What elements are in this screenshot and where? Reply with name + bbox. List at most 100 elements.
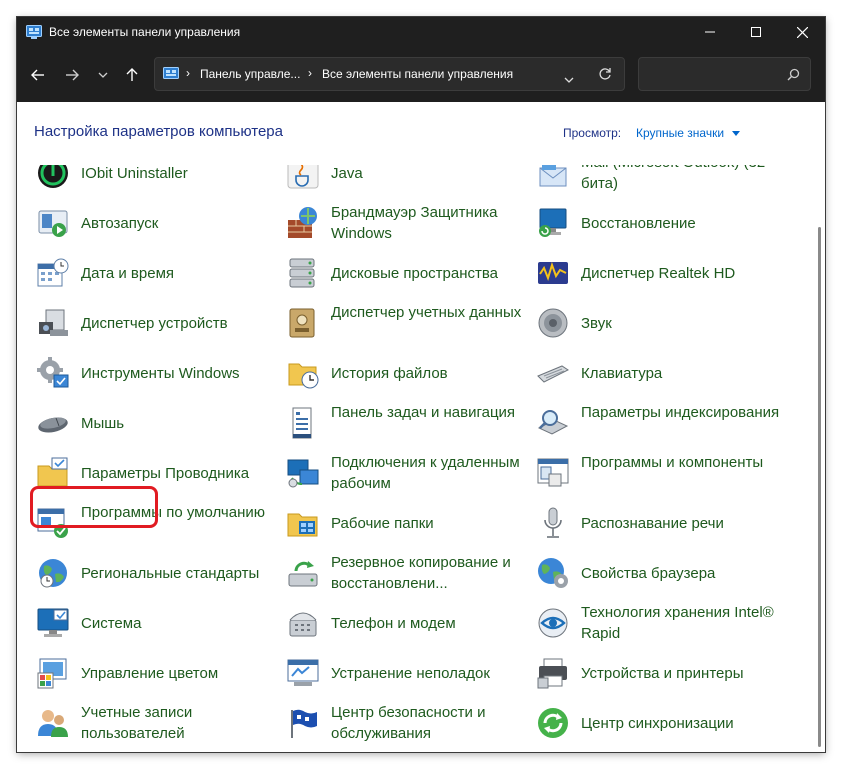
maximize-button[interactable] <box>733 17 779 47</box>
item-sync-center[interactable]: Центр синхронизации <box>536 702 776 746</box>
item-label: Рабочие папки <box>331 515 434 532</box>
item-label: Дисковые пространства <box>331 265 499 282</box>
backup-icon <box>288 561 318 587</box>
item-autoplay[interactable]: Автозапуск <box>36 202 276 246</box>
item-label: Учетные записи пользователей <box>81 704 193 742</box>
item-label: Технология хранения Intel® Rapid <box>581 604 774 642</box>
address-dropdown-icon[interactable] <box>564 71 574 89</box>
item-realtek[interactable]: Диспетчер Realtek HD <box>536 252 776 296</box>
item-security-maintenance[interactable]: Центр безопасности и обслуживания <box>286 702 526 746</box>
item-label: Инструменты Windows <box>81 365 240 382</box>
breadcrumb-separator-icon: › <box>186 66 190 80</box>
control-panel-window: Все элементы панели управления › Панель … <box>17 17 825 752</box>
breadcrumb-all-items[interactable]: Все элементы панели управления <box>322 67 513 81</box>
item-speech-recognition[interactable]: Распознавание речи <box>536 502 776 546</box>
item-label: Клавиатура <box>581 365 663 382</box>
up-button[interactable] <box>120 65 144 85</box>
item-label: Региональные стандарты <box>81 565 260 582</box>
item-internet-options[interactable]: Свойства браузера <box>536 552 776 596</box>
recent-locations-button[interactable] <box>91 65 115 85</box>
item-file-history[interactable]: История файлов <box>286 352 526 396</box>
item-mail-outlook[interactable]: Mail (Microsoft Outlook) (32 бита) <box>536 165 776 196</box>
window-title: Все элементы панели управления <box>49 25 241 39</box>
item-firewall[interactable]: Брандмауэр Защитника Windows <box>286 202 526 246</box>
item-label: Диспетчер Realtek HD <box>581 265 736 282</box>
title-bar[interactable]: Все элементы панели управления <box>17 17 825 47</box>
forward-button[interactable] <box>60 65 84 85</box>
minimize-button[interactable] <box>687 17 733 47</box>
item-windows-tools[interactable]: Инструменты Windows <box>36 352 276 396</box>
item-region[interactable]: Региональные стандарты <box>36 552 276 596</box>
item-label: Диспетчер устройств <box>81 315 228 332</box>
item-troubleshooting[interactable]: Устранение неполадок <box>286 652 526 696</box>
item-mouse[interactable]: Мышь <box>36 402 276 446</box>
item-intel-rst[interactable]: Технология хранения Intel® Rapid <box>536 602 776 646</box>
item-credential-manager[interactable]: Диспетчер учетных данных <box>286 302 526 346</box>
phone-modem-icon <box>289 612 317 637</box>
item-keyboard[interactable]: Клавиатура <box>536 352 776 396</box>
item-label: История файлов <box>331 365 448 382</box>
programs-features-icon <box>537 458 569 487</box>
intel-rst-icon <box>538 608 568 638</box>
item-user-accounts[interactable]: Учетные записи пользователей <box>36 702 276 746</box>
item-label: Управление цветом <box>81 665 219 682</box>
address-bar[interactable]: › Панель управле... › Все элементы панел… <box>154 57 625 91</box>
date-time-icon <box>37 258 69 287</box>
search-icon <box>787 68 800 86</box>
item-label: Брандмауэр Защитника Windows <box>331 204 498 242</box>
item-recovery[interactable]: Восстановление <box>536 202 776 246</box>
item-label: Мышь <box>81 415 125 432</box>
item-phone-modem[interactable]: Телефон и модем <box>286 602 526 646</box>
item-taskbar[interactable]: Панель задач и навигация <box>286 402 526 446</box>
vertical-scrollbar[interactable] <box>818 227 821 747</box>
file-history-icon <box>288 363 319 389</box>
dropdown-arrow-icon[interactable] <box>732 131 740 136</box>
item-devices-printers[interactable]: Устройства и принтеры <box>536 652 776 696</box>
item-sound[interactable]: Звук <box>536 302 776 346</box>
item-device-manager[interactable]: Диспетчер устройств <box>36 302 276 346</box>
item-label: Параметры индексирования <box>581 404 780 421</box>
chevron-down-icon <box>98 72 108 78</box>
security-maintenance-icon <box>291 709 317 738</box>
search-box[interactable] <box>638 57 811 91</box>
firewall-icon <box>288 207 317 238</box>
item-color-management[interactable]: Управление цветом <box>36 652 276 696</box>
refresh-icon[interactable] <box>598 67 612 86</box>
item-label: Mail (Microsoft Outlook) (32 бита) <box>581 165 765 192</box>
items-grid: IObit Uninstaller Java Mail (Microsoft O… <box>17 165 825 752</box>
explorer-options-icon <box>37 457 68 487</box>
item-java[interactable]: Java <box>286 165 526 196</box>
remote-connections-icon <box>287 459 319 488</box>
view-mode-dropdown[interactable]: Крупные значки <box>636 126 724 140</box>
arrow-right-icon <box>66 69 79 81</box>
mouse-highlight-frame <box>30 486 158 528</box>
content-area: Настройка параметров компьютера Просмотр… <box>17 102 825 752</box>
close-button[interactable] <box>779 17 825 47</box>
item-label: Центр безопасности и обслуживания <box>331 704 486 742</box>
devices-printers-icon <box>537 658 567 689</box>
windows-tools-icon <box>37 357 69 388</box>
item-indexing[interactable]: Параметры индексирования <box>536 402 779 446</box>
breadcrumb-separator-icon: › <box>308 66 312 80</box>
item-label: Центр синхронизации <box>581 715 734 732</box>
speech-recognition-icon <box>544 507 562 538</box>
mouse-icon <box>38 417 68 433</box>
item-system[interactable]: Система <box>36 602 276 646</box>
color-management-icon <box>37 658 67 689</box>
item-iobit-uninstaller[interactable]: IObit Uninstaller <box>36 165 276 196</box>
item-programs-features[interactable]: Программы и компоненты <box>536 452 776 496</box>
system-icon <box>37 608 69 637</box>
item-backup[interactable]: Резервное копирование и восстановлени... <box>286 552 526 596</box>
item-label: Устранение неполадок <box>331 665 490 682</box>
item-label: Устройства и принтеры <box>581 665 744 682</box>
breadcrumb-control-panel[interactable]: Панель управле... <box>200 67 300 81</box>
back-button[interactable] <box>26 65 50 85</box>
item-storage-spaces[interactable]: Дисковые пространства <box>286 252 526 296</box>
region-icon <box>39 559 67 588</box>
item-work-folders[interactable]: Рабочие папки <box>286 502 526 546</box>
indexing-icon <box>537 410 569 435</box>
item-date-time[interactable]: Дата и время <box>36 252 276 296</box>
recovery-icon <box>539 208 567 237</box>
item-remote-connections[interactable]: Подключения к удаленным рабочим <box>286 452 526 496</box>
autoplay-icon <box>38 210 68 237</box>
